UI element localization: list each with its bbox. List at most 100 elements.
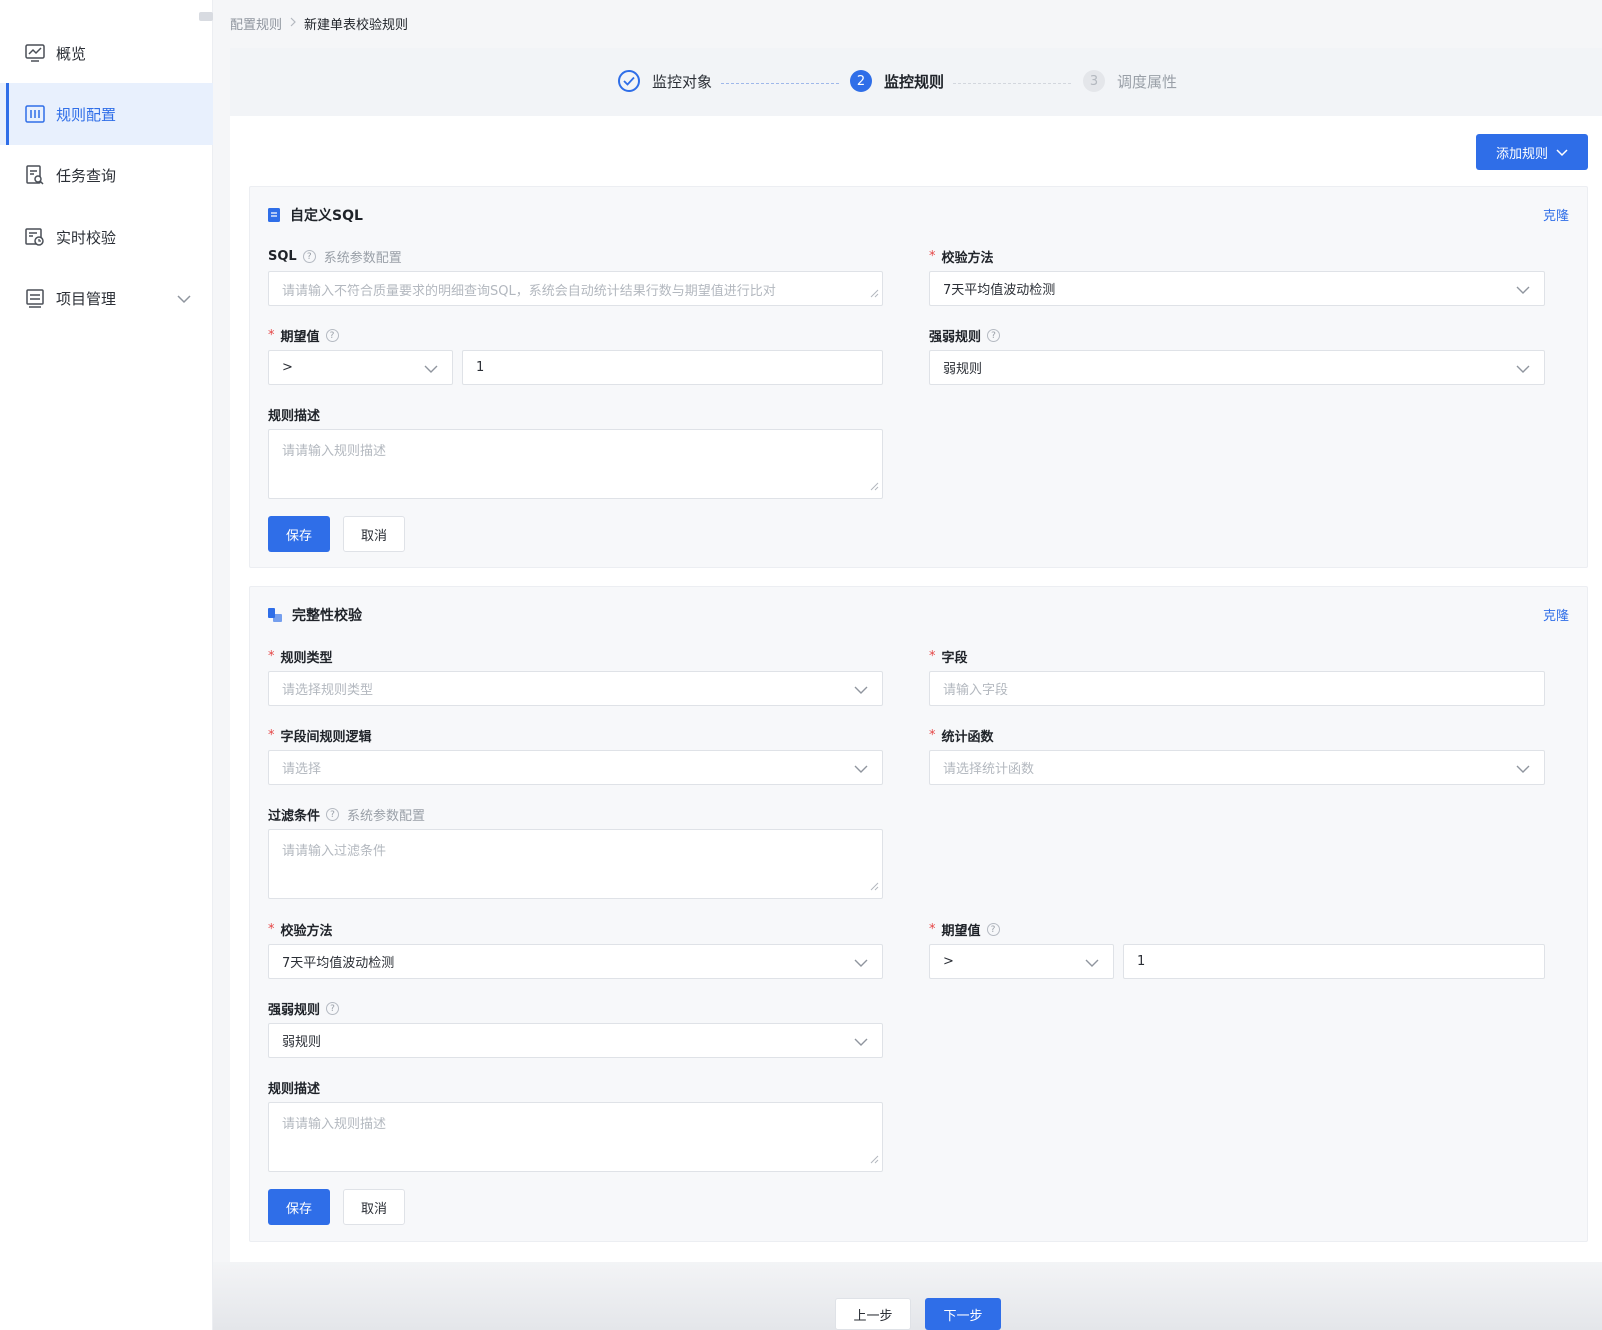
required-mark: * <box>929 249 936 264</box>
chevron-down-icon <box>1516 284 1530 299</box>
breadcrumb-parent[interactable]: 配置规则 <box>230 14 282 33</box>
resize-handle-icon[interactable] <box>870 480 879 495</box>
step-number: 2 <box>850 70 872 92</box>
save-button[interactable]: 保存 <box>268 516 330 552</box>
step-connector <box>721 83 839 84</box>
help-icon[interactable]: ? <box>987 329 1001 342</box>
check-icon <box>618 70 640 92</box>
desc-placeholder: 请请输入规则描述 <box>282 1117 387 1132</box>
sql-input[interactable]: 请请输入不符合质量要求的明细查询SQL，系统会自动统计结果行数与期望值进行比对 <box>268 271 883 306</box>
chevron-down-icon <box>424 363 438 378</box>
field-input[interactable]: 请输入字段 <box>929 671 1545 706</box>
cancel-button[interactable]: 取消 <box>343 1189 405 1225</box>
method-select[interactable]: 7天平均值波动检测 <box>268 944 883 979</box>
strength-value: 弱规则 <box>282 1035 322 1050</box>
rule-type-select[interactable]: 请选择规则类型 <box>268 671 883 706</box>
integrity-icon <box>268 608 282 622</box>
sidebar-item-realtime-check[interactable]: 实时校验 <box>0 206 213 268</box>
chevron-down-icon <box>1085 957 1099 972</box>
method-value: 7天平均值波动检测 <box>943 283 1056 298</box>
help-icon[interactable]: ? <box>325 329 339 342</box>
required-mark: * <box>929 728 936 743</box>
prev-step-button[interactable]: 上一步 <box>835 1298 911 1330</box>
desc-label: 规则描述 <box>268 405 320 424</box>
expect-operator-select[interactable]: > <box>268 350 453 385</box>
filter-placeholder: 请请输入过滤条件 <box>282 844 387 859</box>
expect-label-text: 期望值 <box>280 330 320 345</box>
operator-value: > <box>943 954 954 969</box>
required-mark: * <box>268 649 275 664</box>
dashboard-icon <box>24 42 46 64</box>
sidebar-item-task-query[interactable]: 任务查询 <box>0 144 213 206</box>
method-label: * 校验方法 <box>929 247 994 266</box>
logic-label-text: 字段间规则逻辑 <box>280 730 372 745</box>
field-label-text: 字段 <box>941 651 968 666</box>
card-title-text: 自定义SQL <box>290 208 363 224</box>
sql-icon <box>268 208 280 222</box>
main-area: 配置规则 新建单表校验规则 监控对象 2 监控规则 3 调度属性 添加规则 自定… <box>213 0 1602 1330</box>
filter-label-text: 过滤条件 <box>268 809 321 824</box>
breadcrumb-current: 新建单表校验规则 <box>304 18 409 33</box>
strength-label-text: 强弱规则 <box>929 330 982 345</box>
filter-textarea[interactable]: 请请输入过滤条件 <box>268 829 883 899</box>
help-icon[interactable]: ? <box>986 923 1000 936</box>
sql-placeholder: 请请输入不符合质量要求的明细查询SQL，系统会自动统计结果行数与期望值进行比对 <box>282 284 776 299</box>
expect-value-input[interactable]: 1 <box>462 350 883 385</box>
rule-card-integrity: 完整性校验 克隆 * 规则类型 请选择规则类型 * 字段 请输入字段 * 字段间… <box>249 586 1588 1242</box>
next-step-button[interactable]: 下一步 <box>925 1298 1001 1330</box>
chevron-down-icon <box>177 290 191 308</box>
help-icon[interactable]: ? <box>326 808 340 821</box>
add-rule-button[interactable]: 添加规则 <box>1476 134 1588 170</box>
sidebar-item-rule-config[interactable]: 规则配置 <box>0 83 213 145</box>
required-mark: * <box>929 649 936 664</box>
system-params-link[interactable]: 系统参数配置 <box>324 247 402 266</box>
method-select[interactable]: 7天平均值波动检测 <box>929 271 1545 306</box>
desc-textarea[interactable]: 请请输入规则描述 <box>268 429 883 499</box>
resize-handle-icon[interactable] <box>870 287 879 302</box>
clone-link[interactable]: 克隆 <box>1543 205 1569 224</box>
method-label: * 校验方法 <box>268 920 333 939</box>
filter-label: 过滤条件 ? 系统参数配置 <box>268 805 425 824</box>
add-rule-label: 添加规则 <box>1495 145 1548 161</box>
clone-link[interactable]: 克隆 <box>1543 605 1569 624</box>
logic-placeholder: 请选择 <box>282 762 322 777</box>
sidebar-item-label: 实时校验 <box>56 228 117 247</box>
sidebar-item-project-management[interactable]: 项目管理 <box>0 267 213 329</box>
sidebar-collapse-handle[interactable] <box>199 12 213 21</box>
sidebar: 概览 规则配置 任务查询 实时校验 项目管理 <box>0 0 213 1330</box>
sidebar-item-label: 规则配置 <box>56 105 117 124</box>
step-number: 3 <box>1083 70 1105 92</box>
expect-value-input[interactable]: 1 <box>1123 944 1545 979</box>
project-icon <box>24 287 46 309</box>
step-label: 调度属性 <box>1117 72 1178 91</box>
chevron-down-icon <box>854 763 868 778</box>
method-label-text: 校验方法 <box>280 924 333 939</box>
stat-placeholder: 请选择统计函数 <box>943 762 1035 777</box>
save-button[interactable]: 保存 <box>268 1189 330 1225</box>
expect-label-text: 期望值 <box>941 924 981 939</box>
resize-handle-icon[interactable] <box>870 1153 879 1168</box>
help-icon[interactable]: ? <box>302 250 316 263</box>
desc-placeholder: 请请输入规则描述 <box>282 444 387 459</box>
stat-select[interactable]: 请选择统计函数 <box>929 750 1545 785</box>
strength-select[interactable]: 弱规则 <box>268 1023 883 1058</box>
resize-handle-icon[interactable] <box>870 880 879 895</box>
logic-select[interactable]: 请选择 <box>268 750 883 785</box>
sql-label-text: SQL <box>268 249 297 264</box>
expect-operator-select[interactable]: > <box>929 944 1114 979</box>
breadcrumb: 配置规则 新建单表校验规则 <box>230 14 408 33</box>
sidebar-item-overview[interactable]: 概览 <box>0 22 213 84</box>
strength-select[interactable]: 弱规则 <box>929 350 1545 385</box>
required-mark: * <box>268 922 275 937</box>
footer-bar: 上一步 下一步 <box>213 1262 1602 1330</box>
sql-label: SQL ? 系统参数配置 <box>268 247 402 266</box>
step-label: 监控对象 <box>652 72 713 91</box>
expect-value: 1 <box>476 360 485 375</box>
strength-label: 强弱规则 ? <box>268 999 340 1018</box>
system-params-link[interactable]: 系统参数配置 <box>347 805 425 824</box>
sidebar-item-label: 任务查询 <box>56 166 117 185</box>
cancel-button[interactable]: 取消 <box>343 516 405 552</box>
help-icon[interactable]: ? <box>326 1002 340 1015</box>
strength-label: 强弱规则 ? <box>929 326 1001 345</box>
desc-textarea[interactable]: 请请输入规则描述 <box>268 1102 883 1172</box>
